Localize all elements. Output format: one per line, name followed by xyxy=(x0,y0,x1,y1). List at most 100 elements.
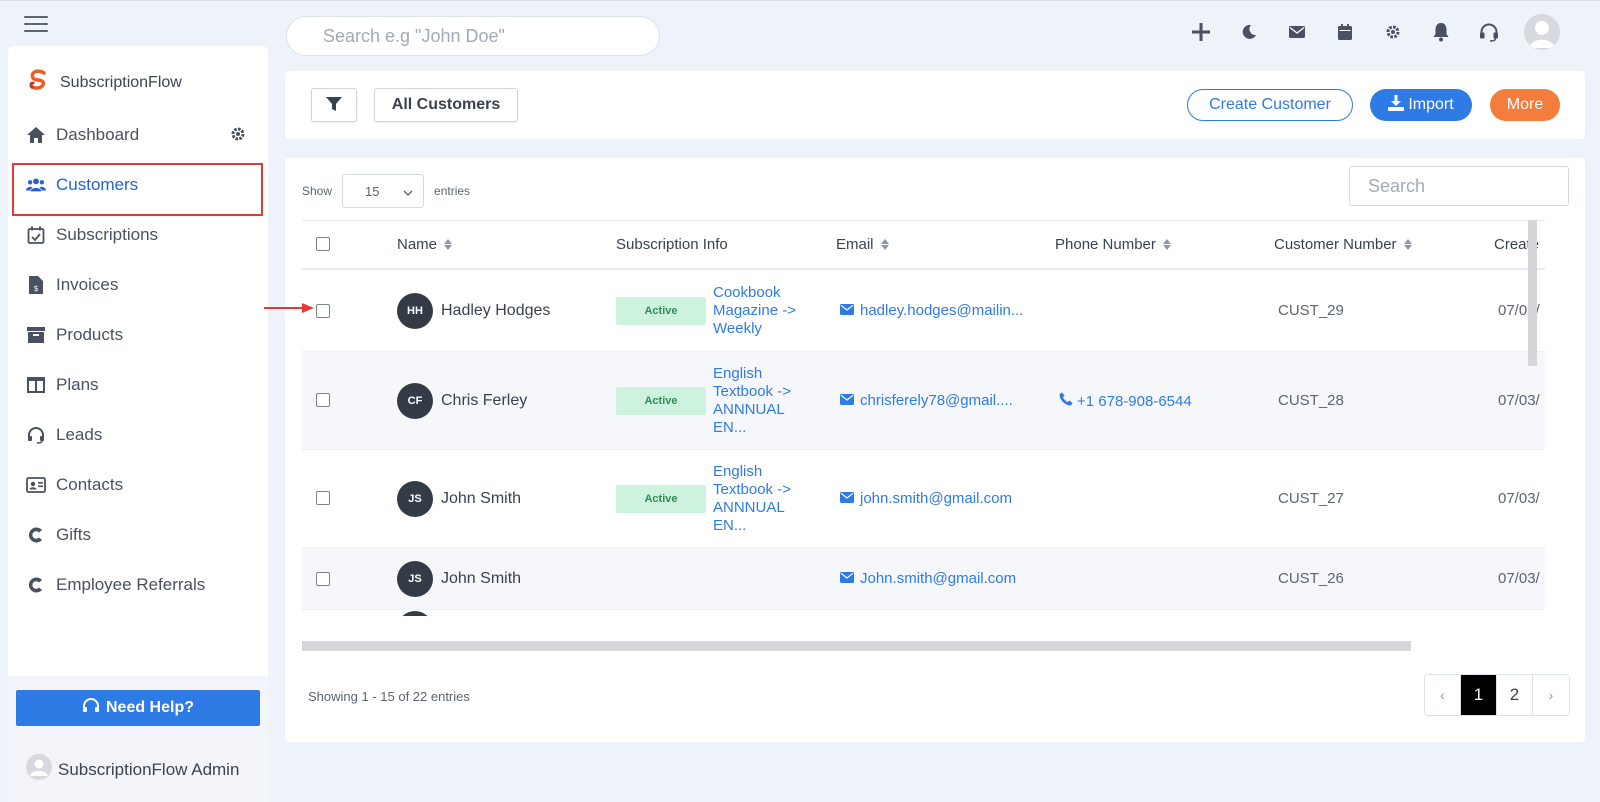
envelope-icon xyxy=(840,392,854,409)
email-link[interactable]: John.smith@gmail.com xyxy=(840,570,1016,587)
sidebar-item-employee-referrals[interactable]: Employee Referrals xyxy=(8,560,268,610)
column-header-label: Name xyxy=(397,236,438,253)
mail-icon[interactable] xyxy=(1284,19,1310,45)
phone-icon xyxy=(1059,392,1073,410)
sidebar-item-plans[interactable]: Plans xyxy=(8,360,268,410)
sidebar-item-invoices[interactable]: $ Invoices xyxy=(8,260,268,310)
sidebar-item-gifts[interactable]: Gifts xyxy=(8,510,268,560)
filter-button[interactable] xyxy=(311,88,357,122)
users-icon xyxy=(26,175,46,195)
sort-icon xyxy=(1162,239,1171,250)
table-row[interactable]: HH Hadley Hodges Active Cookbook Magazin… xyxy=(302,270,1545,352)
column-header-name[interactable]: Name xyxy=(397,236,453,253)
table-row[interactable]: CF Chris Ferley Active English Textbook … xyxy=(302,352,1545,450)
email-text: hadley.hodges@mailin... xyxy=(860,302,1024,319)
column-header-email[interactable]: Email xyxy=(836,236,889,253)
more-button[interactable]: More xyxy=(1490,89,1560,121)
email-text: John.smith@gmail.com xyxy=(860,570,1017,587)
sidebar-item-contacts[interactable]: Contacts xyxy=(8,460,268,510)
row-checkbox[interactable] xyxy=(316,393,330,407)
column-header-label: Phone Number xyxy=(1055,236,1156,253)
sidebar-item-label: Employee Referrals xyxy=(56,575,206,594)
sidebar-item-label: Invoices xyxy=(56,275,119,294)
annotation-arrow-icon xyxy=(264,303,314,313)
gear-icon[interactable] xyxy=(1380,19,1406,45)
sidebar-item-dashboard[interactable]: Dashboard xyxy=(8,110,268,160)
customers-table: Name Subscription Info Email Phone Numbe… xyxy=(302,220,1545,616)
prev-page-button[interactable]: ‹ xyxy=(1425,675,1461,715)
subscription-plan-link[interactable]: English Textbook -> ANNNUAL EN... xyxy=(713,463,813,535)
column-header-label: Email xyxy=(836,236,874,253)
customer-name[interactable]: Hadley Hodges xyxy=(441,302,550,320)
moon-icon[interactable] xyxy=(1236,19,1262,45)
sidebar-item-leads[interactable]: Leads xyxy=(8,410,268,460)
showing-entries-text: Showing 1 - 15 of 22 entries xyxy=(308,689,470,704)
email-link[interactable]: hadley.hodges@mailin... xyxy=(840,302,1023,319)
import-label: Import xyxy=(1408,96,1454,113)
subscription-plan-link[interactable]: English Textbook -> ANNNUAL EN... xyxy=(713,365,813,437)
sidebar-item-subscriptions[interactable]: Subscriptions xyxy=(8,210,268,260)
page-2-button[interactable]: 2 xyxy=(1497,675,1533,715)
customer-number: CUST_28 xyxy=(1278,392,1344,409)
vertical-scrollbar[interactable] xyxy=(1528,220,1537,366)
phone-text: +1 678-908-6544 xyxy=(1077,392,1192,410)
headset-icon xyxy=(82,697,100,720)
filter-icon xyxy=(326,96,342,115)
sidebar-item-label: Plans xyxy=(56,375,99,394)
user-avatar-icon[interactable] xyxy=(1524,14,1560,50)
column-header-label: Subscription Info xyxy=(616,236,728,253)
select-all-checkbox[interactable] xyxy=(316,237,330,251)
need-help-button[interactable]: Need Help? xyxy=(16,690,260,726)
customer-name[interactable]: John Smith xyxy=(441,570,521,588)
sidebar-item-products[interactable]: Products xyxy=(8,310,268,360)
customer-name[interactable]: Chris Ferley xyxy=(441,392,527,410)
envelope-icon xyxy=(840,570,854,587)
subscription-plan-link[interactable]: Cookbook Magazine -> Weekly xyxy=(713,284,813,338)
envelope-icon xyxy=(840,490,854,507)
page-1-button[interactable]: 1 xyxy=(1461,675,1497,715)
row-checkbox[interactable] xyxy=(316,572,330,586)
customer-name[interactable]: John Smith xyxy=(441,490,521,508)
email-text: john.smith@gmail.com xyxy=(860,490,1012,507)
brand[interactable]: SubscriptionFlow xyxy=(26,68,182,97)
support-headset-icon[interactable] xyxy=(1476,19,1502,45)
plus-icon[interactable] xyxy=(1188,19,1214,45)
show-label: Show xyxy=(302,184,333,198)
admin-profile[interactable]: SubscriptionFlow Admin xyxy=(26,754,239,785)
admin-avatar-icon xyxy=(26,754,52,785)
table-search-input[interactable] xyxy=(1349,166,1569,206)
calendar-check-icon xyxy=(26,225,46,245)
chevron-down-icon xyxy=(403,184,413,199)
email-link[interactable]: chrisferely78@gmail.... xyxy=(840,392,1013,409)
customer-number: CUST_27 xyxy=(1278,490,1344,507)
table-row[interactable]: JS John Smith John.smith@gmail.com CUST_… xyxy=(302,548,1545,610)
menu-toggle-icon[interactable] xyxy=(24,16,48,32)
table-row[interactable]: JS John Smith Active English Textbook ->… xyxy=(302,450,1545,548)
sort-icon xyxy=(1403,239,1412,250)
create-customer-button[interactable]: Create Customer xyxy=(1187,89,1353,121)
headset-icon xyxy=(26,425,46,445)
email-link[interactable]: john.smith@gmail.com xyxy=(840,490,1012,507)
import-button[interactable]: Import xyxy=(1370,89,1472,121)
calendar-icon[interactable] xyxy=(1332,19,1358,45)
horizontal-scrollbar[interactable] xyxy=(302,641,1411,651)
column-header-phone-number[interactable]: Phone Number xyxy=(1055,236,1171,253)
column-header-customer-number[interactable]: Customer Number xyxy=(1274,236,1412,253)
all-customers-view-button[interactable]: All Customers xyxy=(374,88,518,122)
sidebar-item-label: Customers xyxy=(56,175,139,194)
avatar: JS xyxy=(397,481,433,517)
global-search-input[interactable] xyxy=(286,16,660,56)
brand-name: SubscriptionFlow xyxy=(60,73,182,91)
row-checkbox[interactable] xyxy=(316,491,330,505)
envelope-icon xyxy=(840,302,854,319)
row-checkbox[interactable] xyxy=(316,304,330,318)
dashboard-settings-gear-icon[interactable] xyxy=(230,126,246,147)
phone-link[interactable]: +1 678-908-6544 xyxy=(1059,392,1192,410)
subscriptionflow-logo-icon xyxy=(26,68,50,97)
next-page-button[interactable]: › xyxy=(1533,675,1569,715)
entries-select[interactable]: 15 xyxy=(342,174,425,208)
bell-icon[interactable] xyxy=(1428,19,1454,45)
column-header-subscription-info: Subscription Info xyxy=(616,236,728,253)
customers-table-card: Show 15 entries Name Subscription Info E… xyxy=(285,158,1585,742)
sidebar-item-customers[interactable]: Customers xyxy=(8,160,268,216)
